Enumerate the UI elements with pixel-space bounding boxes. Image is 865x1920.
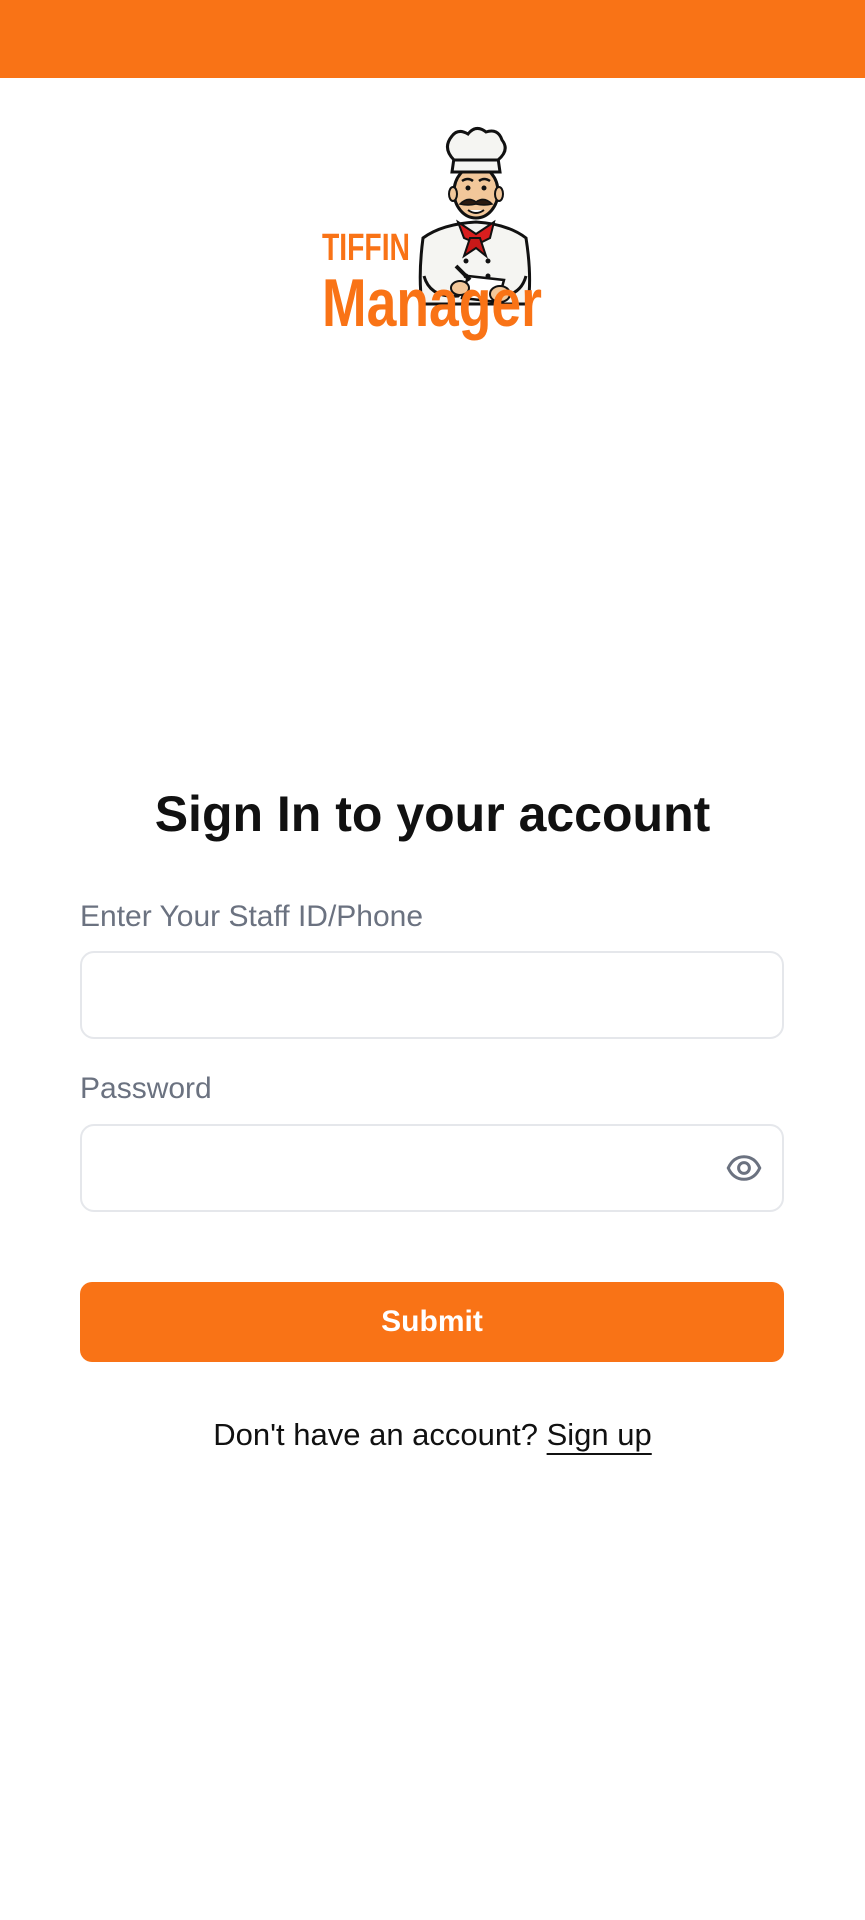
submit-button[interactable]: Submit bbox=[80, 1282, 784, 1362]
password-label: Password bbox=[80, 1072, 212, 1105]
signup-link[interactable]: Sign up bbox=[547, 1417, 652, 1452]
top-header-bar bbox=[0, 0, 865, 78]
brand-top-text: TIFFIN bbox=[322, 227, 410, 269]
eye-icon[interactable] bbox=[726, 1150, 762, 1186]
password-input[interactable] bbox=[80, 1124, 784, 1212]
page-title: Sign In to your account bbox=[154, 786, 711, 842]
staff-id-input[interactable] bbox=[80, 951, 784, 1039]
staff-id-label: Enter Your Staff ID/Phone bbox=[80, 900, 424, 933]
signup-prompt-text: Don't have an account? bbox=[213, 1417, 547, 1452]
tiffin-manager-logo: TIFFIN Manager bbox=[322, 127, 542, 341]
brand-main-text: Manager bbox=[322, 265, 542, 341]
signup-prompt-row: Don't have an account? Sign up bbox=[0, 1414, 865, 1456]
